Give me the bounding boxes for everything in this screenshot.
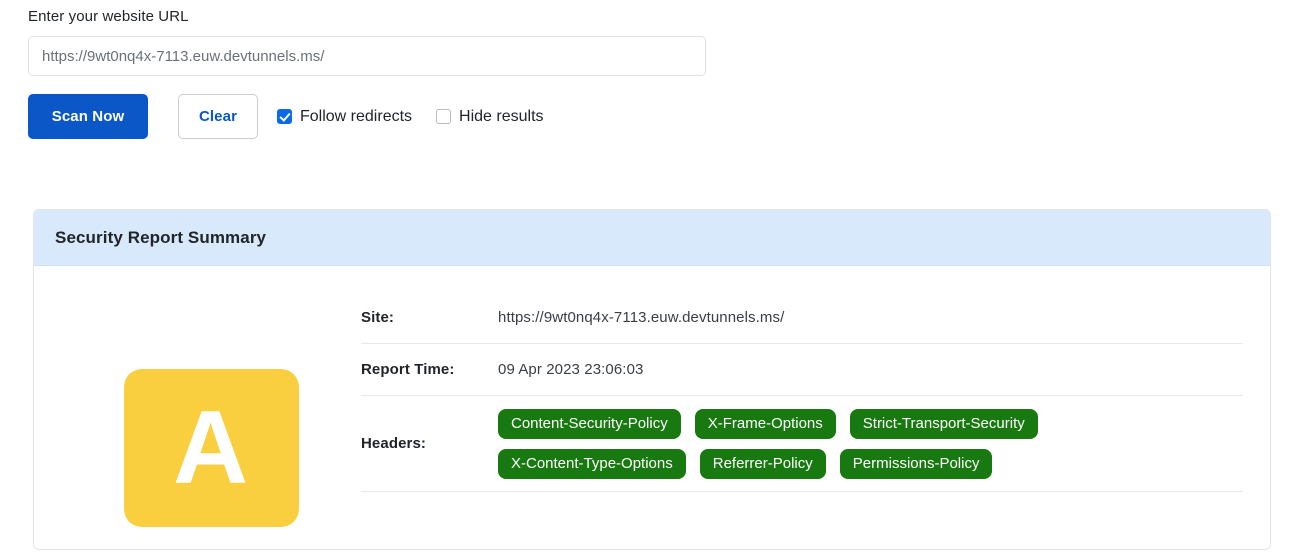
detail-row-report-time: Report Time: 09 Apr 2023 23:06:03 [361,344,1243,396]
grade-column: A [61,292,361,527]
card-header: Security Report Summary [34,210,1270,266]
report-time-label: Report Time: [361,361,455,378]
form-actions: Scan Now Clear Follow redirects Hide res… [28,94,1276,139]
site-value: https://9wt0nq4x-7113.euw.devtunnels.ms/ [498,309,785,326]
hide-results-checkbox[interactable] [436,109,452,124]
header-badge[interactable]: Content-Security-Policy [498,408,681,439]
detail-row-site: Site: https://9wt0nq4x-7113.euw.devtunne… [361,292,1243,344]
report-time-value: 09 Apr 2023 23:06:03 [498,361,644,378]
card-body: A Site: https://9wt0nq4x-7113.euw.devtun… [34,266,1270,549]
scan-now-button[interactable]: Scan Now [28,94,148,139]
url-input[interactable] [28,36,706,76]
header-badge[interactable]: X-Content-Type-Options [498,448,686,479]
follow-redirects-label: Follow redirects [300,107,413,125]
headers-label: Headers: [361,435,426,452]
header-badge[interactable]: Permissions-Policy [839,448,993,479]
url-field-label: Enter your website URL [28,8,189,25]
site-label: Site: [361,309,395,326]
grade-letter: A [172,390,250,506]
header-badge[interactable]: Referrer-Policy [699,448,826,479]
scan-form: Enter your website URL Scan Now Clear Fo… [28,0,1276,139]
hide-results-label: Hide results [459,107,544,125]
header-badge[interactable]: Strict-Transport-Security [849,408,1038,439]
option-follow-redirects[interactable]: Follow redirects [277,108,412,126]
card-title: Security Report Summary [55,227,267,247]
scan-options: Follow redirects Hide results [277,108,544,126]
header-badge[interactable]: X-Frame-Options [694,408,836,439]
option-hide-results[interactable]: Hide results [436,107,544,126]
grade-badge: A [123,369,299,527]
detail-row-headers: Headers: Content-Security-Policy X-Frame… [361,396,1243,492]
report-details: Site: https://9wt0nq4x-7113.euw.devtunne… [361,292,1243,527]
headers-badge-list: Content-Security-Policy X-Frame-Options … [498,401,1128,487]
clear-button[interactable]: Clear [178,94,258,139]
security-report-card: Security Report Summary A Site: https://… [33,209,1271,550]
follow-redirects-checkbox[interactable] [277,109,292,124]
